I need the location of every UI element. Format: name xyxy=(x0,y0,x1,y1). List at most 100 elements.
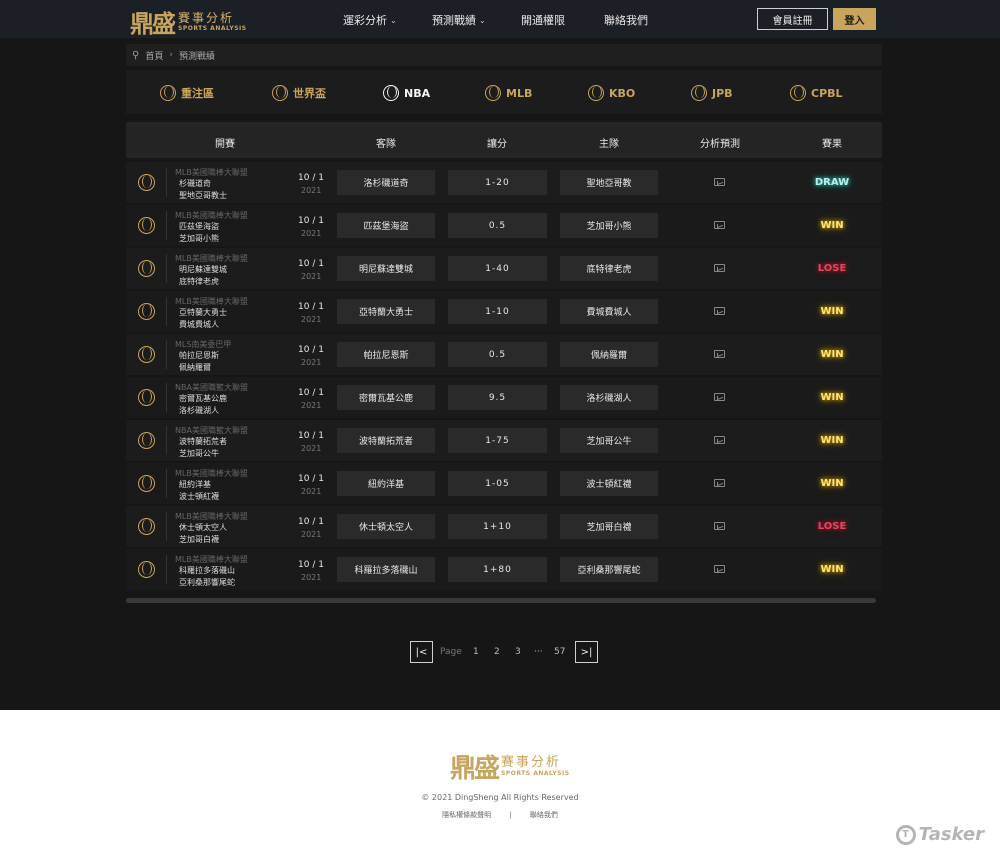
basketball-icon xyxy=(138,389,155,406)
table-row[interactable]: MLB美國職棒大聯盟 杉磯道奇 聖地亞哥教士 10 / 1 2021 洛杉磯道奇 1-20 聖… xyxy=(126,162,882,203)
baseball-icon xyxy=(588,85,604,101)
row-divider xyxy=(166,383,167,412)
analysis-chart-icon[interactable] xyxy=(714,264,725,272)
handicap-cell: 1+80 xyxy=(448,557,547,582)
header-result: 賽果 xyxy=(822,139,842,150)
chevron-right-icon: › xyxy=(169,50,173,60)
analysis-chart-icon[interactable] xyxy=(714,350,725,358)
match-date: 10 / 1 xyxy=(298,302,324,312)
header-start-time: 開賽 xyxy=(215,139,235,150)
away-team-cell: 帕拉尼恩斯 xyxy=(337,342,435,367)
analysis-chart-icon[interactable] xyxy=(714,479,725,487)
table-row[interactable]: MLB美國職棒大聯盟 紐約洋基 波士頓紅襪 10 / 1 2021 紐約洋基 1-05 波士頓… xyxy=(126,463,882,504)
first-page-button[interactable]: |< xyxy=(410,641,433,663)
tab-kbo[interactable]: KBO xyxy=(588,85,635,101)
nav-activate-access[interactable]: 開通權限 xyxy=(521,12,565,28)
result-badge: WIN xyxy=(820,564,844,575)
analysis-chart-icon[interactable] xyxy=(714,221,725,229)
home-team-cell: 芝加哥白襪 xyxy=(560,514,658,539)
table-row[interactable]: MLB美國職棒大聯盟 休士頓太空人 芝加哥白襪 10 / 1 2021 休士頓太空人 1+1… xyxy=(126,506,882,547)
match-year: 2021 xyxy=(301,530,322,539)
analysis-chart-icon[interactable] xyxy=(714,522,725,530)
tab-heavy-bets[interactable]: 重注區 xyxy=(160,85,214,101)
copyright-text: © 2021 DingSheng All Rights Reserved xyxy=(421,793,579,802)
match-date: 10 / 1 xyxy=(298,474,324,484)
handicap-cell: 9.5 xyxy=(448,385,547,410)
team-1-name: 明尼蘇達雙城 xyxy=(179,265,227,274)
analysis-chart-icon[interactable] xyxy=(714,565,725,573)
baseball-icon xyxy=(160,85,176,101)
team-2-name: 波士頓紅襪 xyxy=(179,492,219,501)
tab-nba[interactable]: NBA xyxy=(383,85,430,101)
horizontal-scrollbar[interactable] xyxy=(126,598,876,603)
baseball-icon xyxy=(790,85,806,101)
tab-label: 世界盃 xyxy=(293,87,326,100)
site-logo[interactable]: 鼎盛 賽事分析 SPORTS ANALYSIS xyxy=(130,4,247,39)
nav-lottery-analysis[interactable]: 運彩分析 ⌄ xyxy=(343,12,397,28)
match-date: 10 / 1 xyxy=(298,388,324,398)
tab-label: MLB xyxy=(506,86,533,100)
team-1-name: 紐約洋基 xyxy=(179,480,211,489)
away-team-cell: 紐約洋基 xyxy=(337,471,435,496)
league-name: NBA美國職籃大聯盟 xyxy=(175,426,248,435)
footer-logo[interactable]: 鼎盛 賽事分析 SPORTS ANALYSIS xyxy=(450,748,570,785)
table-row[interactable]: MLS南美委巴甲 帕拉尼恩斯 佩納羅爾 10 / 1 2021 帕拉尼恩斯 0.5 佩納羅爾 W… xyxy=(126,334,882,375)
nav-prediction-record[interactable]: 預測戰績 ⌄ xyxy=(432,12,486,28)
baseball-icon xyxy=(485,85,501,101)
team-2-name: 芝加哥小熊 xyxy=(179,234,219,243)
result-badge: LOSE xyxy=(817,263,847,274)
home-team-cell: 聖地亞哥教 xyxy=(560,170,658,195)
team-1-name: 杉磯道奇 xyxy=(179,179,211,188)
table-row[interactable]: MLB美國職棒大聯盟 明尼蘇達雙城 底特律老虎 10 / 1 2021 明尼蘇達雙城 1-4… xyxy=(126,248,882,289)
match-date: 10 / 1 xyxy=(298,173,324,183)
analysis-chart-icon[interactable] xyxy=(714,178,725,186)
footer-contact-link[interactable]: 聯絡我們 xyxy=(530,811,558,819)
tab-jpb[interactable]: JPB xyxy=(691,85,733,101)
tab-mlb[interactable]: MLB xyxy=(485,85,532,101)
nav-contact-us[interactable]: 聯絡我們 xyxy=(604,12,648,28)
analysis-chart-icon[interactable] xyxy=(714,307,725,315)
table-row[interactable]: MLB美國職棒大聯盟 匹茲堡海盜 芝加哥小熊 10 / 1 2021 匹茲堡海盜 0.5 芝加… xyxy=(126,205,882,246)
row-divider xyxy=(166,297,167,326)
page-link-3[interactable]: 3 xyxy=(515,647,521,657)
table-header: 開賽 客隊 讓分 主隊 分析預測 賽果 xyxy=(126,122,882,158)
login-button[interactable]: 登入 xyxy=(833,8,876,30)
footer-link-divider: | xyxy=(509,811,512,819)
home-team-cell: 費城費城人 xyxy=(560,299,658,324)
logo-cn-text: 賽事分析 xyxy=(178,10,235,25)
away-team-cell: 波特蘭拓荒者 xyxy=(337,428,435,453)
row-divider xyxy=(166,211,167,240)
home-team-cell: 底特律老虎 xyxy=(560,256,658,281)
team-2-name: 聖地亞哥教士 xyxy=(179,191,227,200)
logo-en-text: SPORTS ANALYSIS xyxy=(501,770,570,777)
tab-label: NBA xyxy=(404,86,431,100)
page-link-2[interactable]: 2 xyxy=(494,647,500,657)
tab-world-cup[interactable]: 世界盃 xyxy=(272,85,326,101)
register-button[interactable]: 會員註冊 xyxy=(757,8,828,30)
match-year: 2021 xyxy=(301,401,322,410)
privacy-policy-link[interactable]: 隱私權條款聲明 xyxy=(442,811,491,819)
breadcrumb-home[interactable]: 首頁 xyxy=(145,49,163,62)
row-divider xyxy=(166,555,167,584)
result-badge: WIN xyxy=(820,392,844,403)
away-team-cell: 休士頓太空人 xyxy=(337,514,435,539)
league-name: MLB美國職棒大聯盟 xyxy=(175,254,248,263)
last-page-button[interactable]: >| xyxy=(575,641,598,663)
basketball-icon xyxy=(383,85,399,101)
table-row[interactable]: MLB美國職棒大聯盟 亞特蘭大勇士 費城費城人 10 / 1 2021 亞特蘭大勇士 1-1… xyxy=(126,291,882,332)
handicap-cell: 1+10 xyxy=(448,514,547,539)
table-row[interactable]: NBA美國職籃大聯盟 密爾瓦基公鹿 洛杉磯湖人 10 / 1 2021 密爾瓦基公鹿 9.5… xyxy=(126,377,882,418)
team-2-name: 費城費城人 xyxy=(179,320,219,329)
match-year: 2021 xyxy=(301,272,322,281)
analysis-chart-icon[interactable] xyxy=(714,436,725,444)
page-link-last[interactable]: 57 xyxy=(554,647,565,657)
table-row[interactable]: NBA美國職籃大聯盟 波特蘭拓荒者 芝加哥公牛 10 / 1 2021 波特蘭拓荒者 1-7… xyxy=(126,420,882,461)
page-link-1[interactable]: 1 xyxy=(473,647,479,657)
tab-cpbl[interactable]: CPBL xyxy=(790,85,843,101)
table-row[interactable]: MLB美國職棒大聯盟 科羅拉多落磯山 亞利桑那響尾蛇 10 / 1 2021 科羅拉多落磯… xyxy=(126,549,882,590)
nav-label: 運彩分析 xyxy=(343,14,387,27)
team-1-name: 亞特蘭大勇士 xyxy=(179,308,227,317)
analysis-chart-icon[interactable] xyxy=(714,393,725,401)
home-team-cell: 波士頓紅襪 xyxy=(560,471,658,496)
match-date: 10 / 1 xyxy=(298,517,324,527)
